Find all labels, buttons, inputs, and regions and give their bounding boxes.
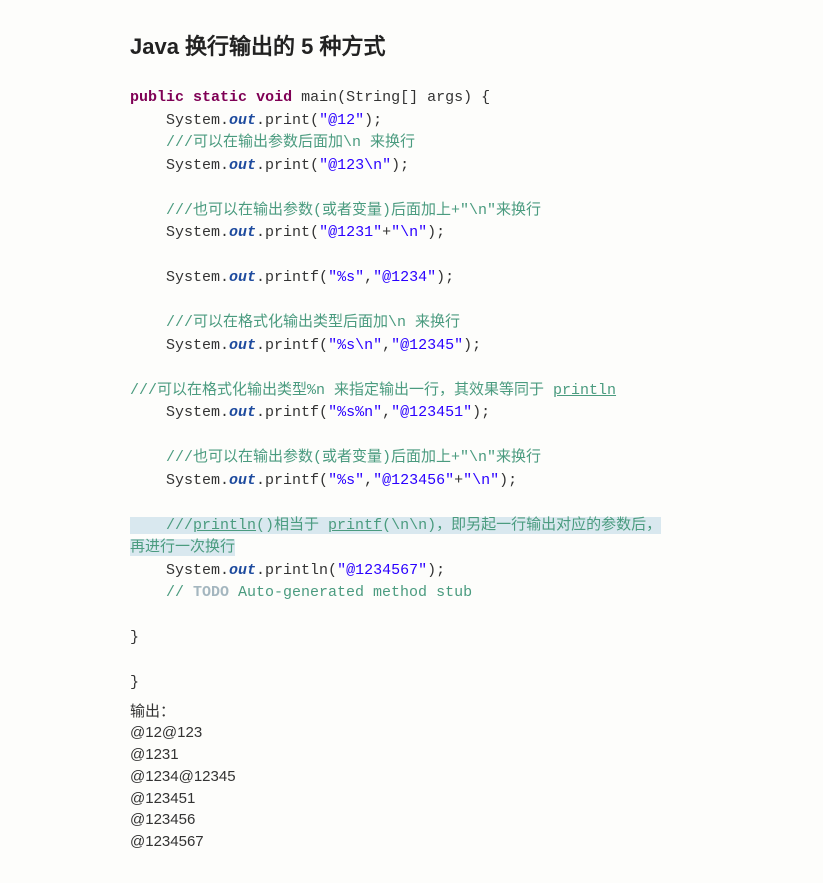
code-text: ); [427, 224, 445, 241]
code-text: System. [130, 224, 229, 241]
comment-underline: printf [328, 517, 382, 534]
string-literal: "@12" [319, 112, 364, 129]
output-block: 输出： @12@123 @1231 @1234@12345 @123451 @1… [130, 701, 763, 853]
code-text: ); [436, 269, 454, 286]
code-text: , [382, 337, 391, 354]
string-literal: "%s%n" [328, 404, 382, 421]
keyword-void: void [256, 89, 292, 106]
comment: ///可以在格式化输出类型%n 来指定输出一行，其效果等同于 [130, 382, 553, 399]
comment-underline: println [193, 517, 256, 534]
close-brace: } [130, 629, 139, 646]
todo-keyword: TODO [193, 584, 229, 601]
page-title: Java 换行输出的 5 种方式 [130, 30, 763, 63]
code-text: .printf( [256, 269, 328, 286]
code-text: System. [130, 269, 229, 286]
comment: ///也可以在输出参数(或者变量)后面加上+"\n"来换行 [130, 449, 541, 466]
keyword-public: public [130, 89, 184, 106]
output-line: @1231 [130, 744, 763, 766]
comment: // [130, 584, 193, 601]
comment: /// [130, 517, 193, 534]
code-text: .printf( [256, 404, 328, 421]
field-out: out [229, 404, 256, 421]
code-text: System. [130, 112, 229, 129]
string-literal: "@12345" [391, 337, 463, 354]
close-brace: } [130, 674, 139, 691]
code-text: + [382, 224, 391, 241]
code-text: ); [427, 562, 445, 579]
comment: Auto-generated method stub [229, 584, 472, 601]
string-literal: "%s" [328, 269, 364, 286]
output-label: 输出： [130, 701, 763, 723]
code-text: System. [130, 562, 229, 579]
code-text: , [364, 269, 373, 286]
code-text: , [382, 404, 391, 421]
output-line: @1234@12345 [130, 766, 763, 788]
comment: 再进行一次换行 [130, 539, 235, 556]
comment-underline: println [553, 382, 616, 399]
output-line: @123451 [130, 788, 763, 810]
code-text: + [454, 472, 463, 489]
code-text: ); [463, 337, 481, 354]
code-text: ); [364, 112, 382, 129]
field-out: out [229, 562, 256, 579]
code-text: .print( [256, 224, 319, 241]
code-text: System. [130, 157, 229, 174]
field-out: out [229, 337, 256, 354]
code-text: .print( [256, 112, 319, 129]
field-out: out [229, 269, 256, 286]
code-text: .printf( [256, 472, 328, 489]
comment: ()相当于 [256, 517, 328, 534]
output-line: @123456 [130, 809, 763, 831]
string-literal: "@123451" [391, 404, 472, 421]
comment: ///可以在输出参数后面加\n 来换行 [130, 134, 415, 151]
method-params: (String[] args) { [337, 89, 490, 106]
code-text: , [364, 472, 373, 489]
string-literal: "%s" [328, 472, 364, 489]
field-out: out [229, 157, 256, 174]
comment: ///也可以在输出参数(或者变量)后面加上+"\n"来换行 [130, 202, 541, 219]
field-out: out [229, 112, 256, 129]
string-literal: "%s\n" [328, 337, 382, 354]
string-literal: "@1231" [319, 224, 382, 241]
field-out: out [229, 472, 256, 489]
comment: ///可以在格式化输出类型后面加\n 来换行 [130, 314, 460, 331]
method-name: main [301, 89, 337, 106]
code-text: System. [130, 404, 229, 421]
field-out: out [229, 224, 256, 241]
code-text: ); [391, 157, 409, 174]
keyword-static: static [193, 89, 247, 106]
code-text: ); [472, 404, 490, 421]
string-literal: "@1234567" [337, 562, 427, 579]
string-literal: "\n" [463, 472, 499, 489]
output-line: @1234567 [130, 831, 763, 853]
code-text: System. [130, 337, 229, 354]
string-literal: "@123456" [373, 472, 454, 489]
code-block: public static void main(String[] args) {… [130, 87, 763, 695]
code-text: .printf( [256, 337, 328, 354]
comment: (\n\n)，即另起一行输出对应的参数后， [382, 517, 661, 534]
output-line: @12@123 [130, 722, 763, 744]
string-literal: "\n" [391, 224, 427, 241]
code-text: .print( [256, 157, 319, 174]
code-text: ); [499, 472, 517, 489]
code-text: .println( [256, 562, 337, 579]
code-text: System. [130, 472, 229, 489]
string-literal: "@123\n" [319, 157, 391, 174]
string-literal: "@1234" [373, 269, 436, 286]
